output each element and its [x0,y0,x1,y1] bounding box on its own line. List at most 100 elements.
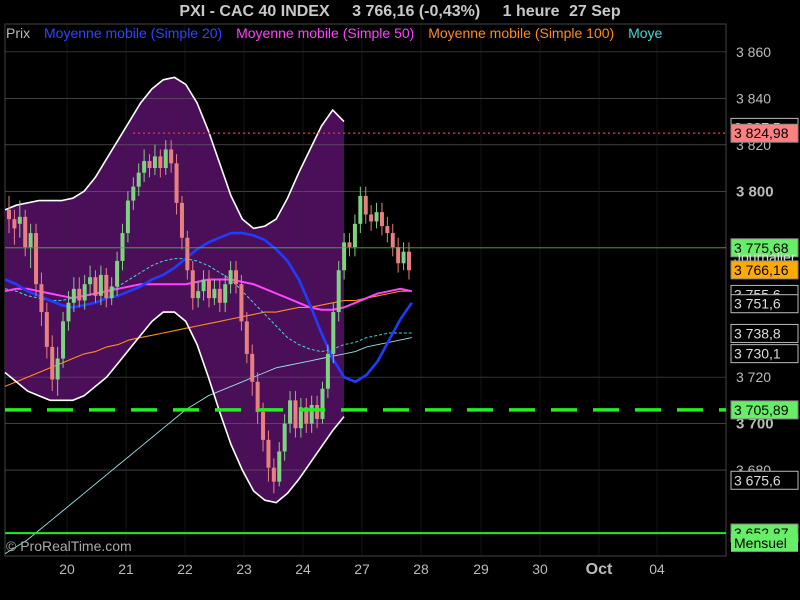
period-label: 1 heure [502,3,560,20]
x-tick-label: 21 [118,561,134,577]
candle-body [266,439,271,468]
candle-body [23,216,28,248]
candle-body [234,270,239,285]
candle-body [104,274,109,299]
candle-body [93,277,98,296]
x-tick-label: 28 [413,561,429,577]
candle-body [347,242,352,248]
candle-body [325,353,330,389]
candle-body [196,291,201,299]
candle-body [12,219,17,229]
candle-body [98,274,103,296]
candle-body [261,411,266,440]
symbol-title: PXI - CAC 40 INDEX [179,3,330,20]
x-tick-label: 20 [59,561,75,577]
candle-body [174,163,179,203]
candle-body [82,284,87,301]
candle-body [34,233,39,285]
x-tick-label: 29 [473,561,489,577]
candle-body [44,312,49,347]
candle-body [244,321,249,354]
candle-body [66,302,71,322]
candle-body [17,216,22,224]
candle-body [390,233,395,248]
legend-ma50[interactable]: Moyenne mobile (Simple 50) [236,25,414,41]
candle-body [212,288,217,299]
candle-body [406,251,411,271]
candle-body [336,270,341,313]
candle-body [293,400,298,429]
price-chart[interactable]: 3 8603 8403 8203 8003 7203 7003 6803 827… [0,0,800,600]
candle-body [217,288,222,303]
legend-ma-more[interactable]: Moye [628,25,662,41]
candle-body [152,156,157,169]
y-tick-label: 3 720 [736,369,771,385]
x-tick-label: Oct [586,561,613,578]
candle-body [379,212,384,227]
candle-body [282,423,287,452]
candle-body [131,186,136,201]
x-tick-label: 22 [177,561,193,577]
candle-body [71,288,76,303]
candle-body [190,270,195,299]
legend-price[interactable]: Prix [6,25,30,41]
candle-body [352,223,357,248]
candle-body [201,279,206,292]
candle-body [401,251,406,264]
date-label: 27 Sep [569,3,621,20]
x-tick-label: 27 [354,561,370,577]
candle-body [223,284,228,303]
x-tick-label: 23 [236,561,252,577]
legend-ma20[interactable]: Moyenne mobile (Simple 20) [44,25,222,41]
candle-body [206,279,211,299]
candle-body [385,226,390,234]
price-tag-label: 3 738,8 [734,325,781,341]
candle-body [331,312,336,354]
y-tick-label: 3 840 [736,90,771,106]
candle-body [55,358,60,380]
candle-body [179,202,184,238]
watermark: © ProRealTime.com [6,538,132,554]
price-tag-label: 3 766,16 [734,262,789,278]
candle-body [358,195,363,224]
price-tag-label: Mensuel [734,535,787,551]
candle-body [28,233,33,248]
price-tag-label: 3 675,6 [734,472,781,488]
candle-body [288,400,293,424]
last-quote: 3 766,16 (-0,43%) [352,3,481,20]
candle-body [277,451,282,482]
candle-body [271,467,276,482]
candle-body [239,284,244,322]
candle-body [228,270,233,285]
candle-body [185,237,190,271]
candle-body [158,156,163,169]
y-tick-label: 3 860 [736,44,771,60]
indicator-legend: Prix Moyenne mobile (Simple 20) Moyenne … [6,25,726,41]
chart-header: PXI - CAC 40 INDEX 3 766,16 (-0,43%) 1 h… [0,0,800,24]
candle-body [142,161,147,173]
candle-body [7,209,11,220]
candle-body [363,195,368,215]
candle-body [115,260,120,287]
candle-body [125,200,130,234]
candle-body [320,388,325,419]
price-tag-label: 3 824,98 [734,125,789,141]
legend-ma100[interactable]: Moyenne mobile (Simple 100) [428,25,614,41]
y-tick-label: 3 800 [736,183,774,200]
candle-body [250,353,255,382]
candle-body [147,161,152,169]
candle-body [169,149,174,164]
price-tag-label: 3 751,6 [734,296,781,312]
x-tick-label: 04 [649,561,665,577]
candle-body [88,277,93,285]
candle-body [39,284,44,313]
candle-body [309,404,314,424]
price-tag-label: 3 730,1 [734,346,781,362]
x-tick-label: 24 [295,561,311,577]
candle-body [61,321,66,359]
candle-body [315,404,320,419]
price-tag-label: 3 705,89 [734,402,789,418]
candle-body [136,172,141,187]
candle-body [109,286,114,299]
candle-body [342,242,347,271]
